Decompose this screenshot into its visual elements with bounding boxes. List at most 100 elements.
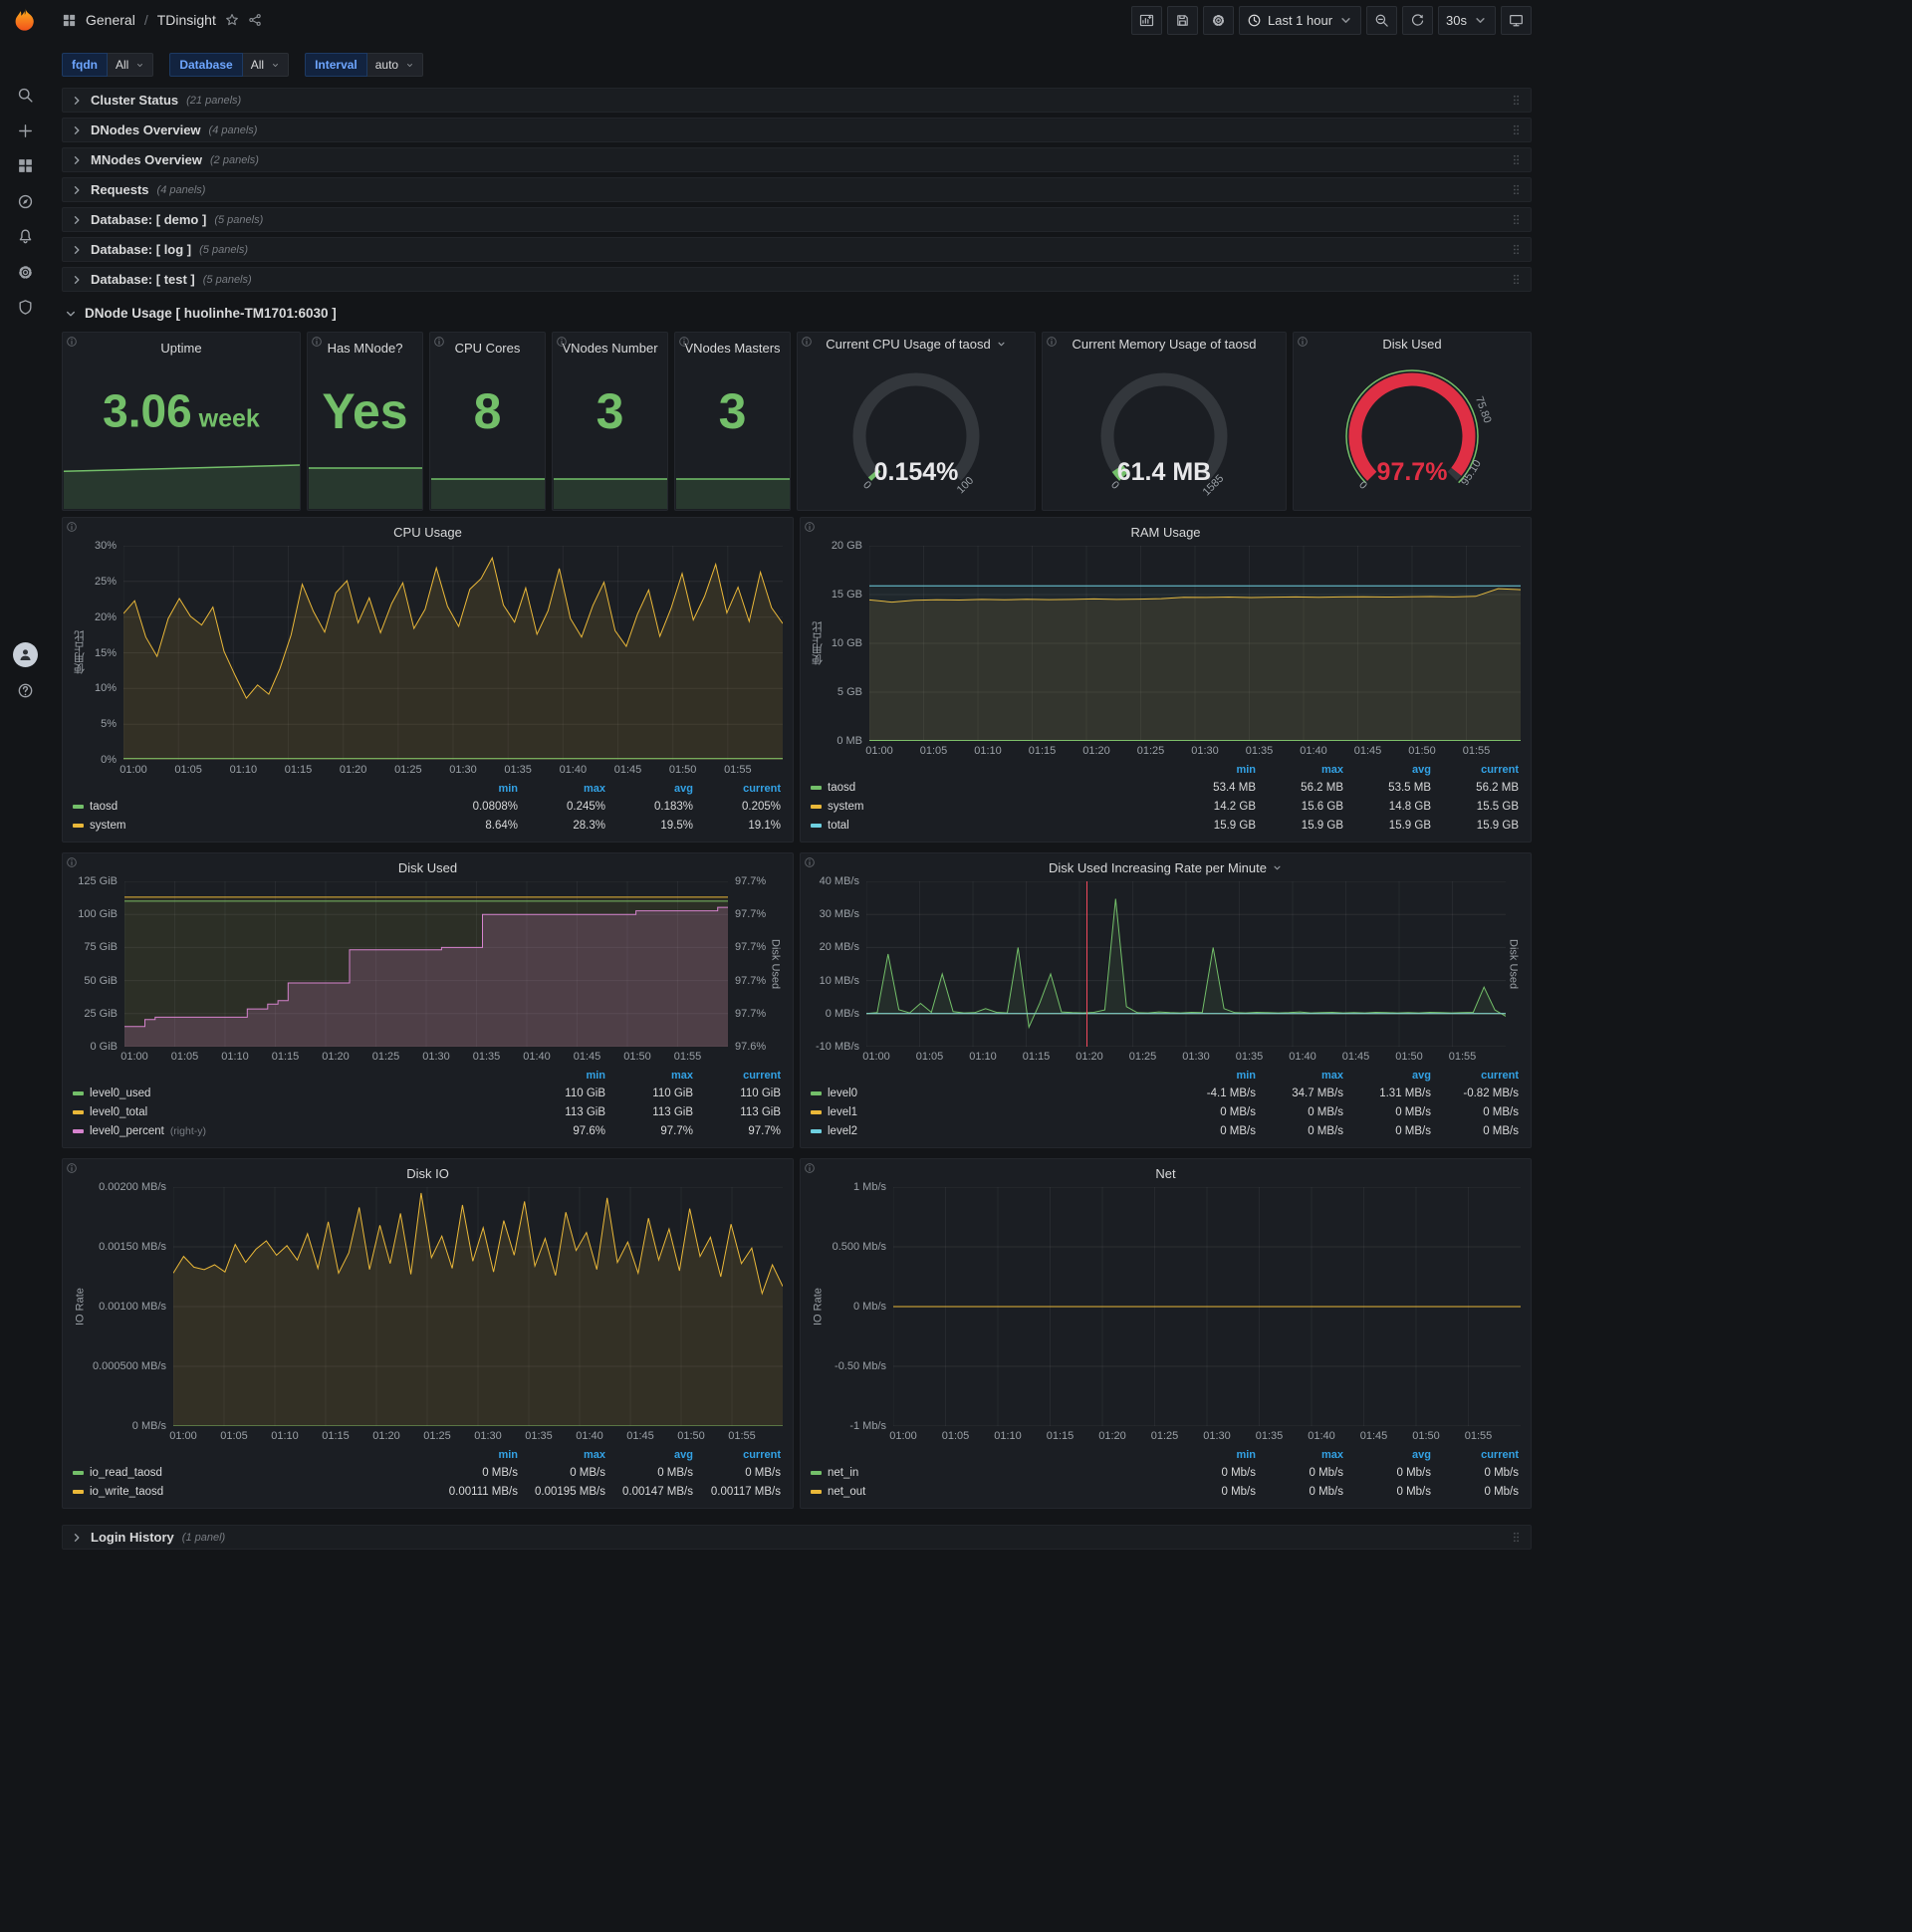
drag-handle-icon[interactable] [1510, 183, 1523, 196]
panel-title[interactable]: VNodes Masters [675, 341, 790, 356]
drag-handle-icon[interactable] [1510, 1531, 1523, 1544]
panel-info-icon[interactable] [66, 1162, 78, 1174]
legend-series-name[interactable]: io_write_taosd [90, 1486, 163, 1498]
panel-title[interactable]: Uptime [63, 341, 300, 356]
drag-handle-icon[interactable] [1510, 273, 1523, 286]
cycle-view-button[interactable] [1501, 5, 1532, 35]
legend-series-name[interactable]: total [828, 820, 849, 832]
share-icon[interactable] [248, 13, 262, 27]
add-panel-button[interactable] [1130, 5, 1162, 35]
legend-series-name[interactable]: net_in [828, 1467, 858, 1479]
panel-info-icon[interactable] [66, 521, 78, 533]
panel-info-icon[interactable] [556, 336, 568, 348]
legend-column-header[interactable]: min [1170, 764, 1258, 776]
panel-title[interactable]: CPU Usage [393, 525, 462, 540]
dashboard-settings-button[interactable] [1202, 5, 1234, 35]
legend-series-name[interactable]: io_read_taosd [90, 1467, 162, 1479]
sidebar-help-button[interactable] [0, 673, 50, 707]
plot-area[interactable] [123, 546, 783, 760]
panel-title[interactable]: Disk Used [1382, 337, 1441, 352]
panel-title[interactable]: Has MNode? [308, 341, 422, 356]
sidebar-user-avatar[interactable] [0, 637, 50, 671]
legend-column-header[interactable]: current [695, 1449, 783, 1461]
panel-info-icon[interactable] [66, 336, 78, 348]
legend-series-name[interactable]: system [90, 820, 125, 832]
legend-column-header[interactable]: avg [607, 783, 695, 795]
sidebar-admin-button[interactable] [0, 290, 50, 324]
legend-column-header[interactable]: current [695, 783, 783, 795]
panel-title[interactable]: Disk Used Increasing Rate per Minute [1049, 860, 1267, 875]
panel-info-icon[interactable] [1046, 336, 1058, 348]
legend-column-header[interactable]: max [1258, 764, 1345, 776]
row-dnode-usage[interactable]: DNode Usage [ huolinhe-TM1701:6030 ] [62, 301, 1532, 326]
plot-area[interactable] [869, 546, 1521, 741]
legend-column-header[interactable]: current [1433, 764, 1521, 776]
star-icon[interactable] [225, 13, 239, 27]
refresh-button[interactable] [1402, 5, 1434, 35]
legend-series-name[interactable]: level2 [828, 1125, 857, 1137]
panel-title[interactable]: Current Memory Usage of taosd [1073, 337, 1257, 352]
legend-column-header[interactable]: avg [1345, 764, 1433, 776]
legend-column-header[interactable]: avg [1345, 1449, 1433, 1461]
sidebar-dashboards-button[interactable] [0, 148, 50, 182]
sidebar-explore-button[interactable] [0, 184, 50, 218]
row-requests[interactable]: Requests (4 panels) [62, 177, 1532, 202]
variable-value-dropdown[interactable]: All [108, 53, 154, 77]
save-dashboard-button[interactable] [1166, 5, 1198, 35]
panel-info-icon[interactable] [801, 336, 813, 348]
sidebar-search-button[interactable] [0, 78, 50, 112]
panel-title[interactable]: Net [1155, 1166, 1175, 1181]
panel-info-icon[interactable] [311, 336, 323, 348]
panel-title[interactable]: Current CPU Usage of taosd [826, 337, 990, 352]
refresh-interval-picker[interactable]: 30s [1438, 5, 1496, 35]
legend-column-header[interactable]: max [520, 1449, 607, 1461]
legend-column-header[interactable]: current [1433, 1070, 1521, 1082]
legend-column-header[interactable]: min [520, 1070, 607, 1082]
legend-series-name[interactable]: system [828, 801, 863, 813]
legend-column-header[interactable]: max [607, 1070, 695, 1082]
legend-series-name[interactable]: level0 [828, 1087, 857, 1099]
drag-handle-icon[interactable] [1510, 153, 1523, 166]
legend-series-name[interactable]: level0_percent [90, 1125, 164, 1137]
legend-series-name[interactable]: level1 [828, 1106, 857, 1118]
sidebar-alerting-button[interactable] [0, 219, 50, 253]
panel-title[interactable]: Disk IO [406, 1166, 449, 1181]
legend-column-header[interactable]: max [1258, 1070, 1345, 1082]
row-database-test[interactable]: Database: [ test ] (5 panels) [62, 267, 1532, 292]
panel-info-icon[interactable] [804, 856, 816, 868]
legend-column-header[interactable]: min [432, 1449, 520, 1461]
panel-info-icon[interactable] [66, 856, 78, 868]
panel-menu-caret-icon[interactable] [996, 339, 1007, 350]
legend-series-name[interactable]: net_out [828, 1486, 865, 1498]
legend-column-header[interactable]: avg [607, 1449, 695, 1461]
plot-area[interactable] [124, 881, 728, 1047]
legend-column-header[interactable]: max [520, 783, 607, 795]
panel-info-icon[interactable] [804, 1162, 816, 1174]
row-login-history[interactable]: Login History (1 panel) [62, 1525, 1532, 1550]
row-mnodes-overview[interactable]: MNodes Overview (2 panels) [62, 147, 1532, 172]
variable-value-dropdown[interactable]: All [242, 53, 290, 77]
panel-info-icon[interactable] [678, 336, 690, 348]
panel-title[interactable]: Disk Used [398, 860, 457, 875]
row-database-demo[interactable]: Database: [ demo ] (5 panels) [62, 207, 1532, 232]
legend-series-name[interactable]: taosd [828, 782, 855, 794]
legend-column-header[interactable]: current [1433, 1449, 1521, 1461]
panel-info-icon[interactable] [804, 521, 816, 533]
panel-title[interactable]: VNodes Number [553, 341, 667, 356]
panel-info-icon[interactable] [1297, 336, 1309, 348]
time-range-picker[interactable]: Last 1 hour [1238, 5, 1362, 35]
sidebar-configuration-button[interactable] [0, 255, 50, 289]
legend-series-name[interactable]: level0_used [90, 1087, 150, 1099]
sidebar-create-button[interactable] [0, 114, 50, 147]
panel-menu-caret-icon[interactable] [1272, 862, 1283, 873]
legend-series-name[interactable]: level0_total [90, 1106, 147, 1118]
legend-column-header[interactable]: min [1170, 1070, 1258, 1082]
legend-column-header[interactable]: avg [1345, 1070, 1433, 1082]
legend-column-header[interactable]: current [695, 1070, 783, 1082]
row-database-log[interactable]: Database: [ log ] (5 panels) [62, 237, 1532, 262]
drag-handle-icon[interactable] [1510, 213, 1523, 226]
breadcrumb-section[interactable]: General [86, 12, 135, 28]
zoom-out-button[interactable] [1366, 5, 1398, 35]
plot-area[interactable] [866, 881, 1506, 1047]
row-cluster-status[interactable]: Cluster Status (21 panels) [62, 88, 1532, 113]
